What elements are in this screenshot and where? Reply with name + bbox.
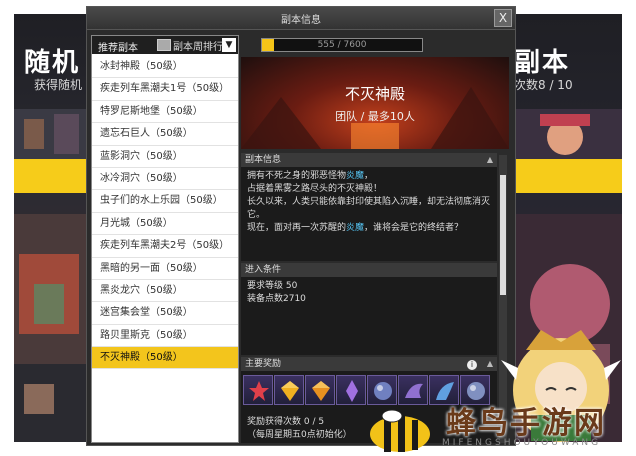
dungeon-list-item[interactable]: 特罗尼斯地堡（50级） xyxy=(92,101,238,124)
reward-item[interactable] xyxy=(305,375,335,405)
dungeon-list-item[interactable]: 黑暗的另一面（50级） xyxy=(92,258,238,280)
dialog-titlebar[interactable]: 副本信息 X xyxy=(87,7,515,30)
dungeon-list-item[interactable]: 疾走列车黑潮夫1号（50级） xyxy=(92,78,238,101)
dungeon-list-item[interactable]: 路贝里斯克（50级） xyxy=(92,325,238,348)
required-gear-score: 装备点数2710 xyxy=(247,294,306,304)
requirements-header[interactable]: 进入条件 xyxy=(241,263,497,277)
background-left-title: 随机 xyxy=(24,48,81,78)
info-section-header[interactable]: 副本信息 ▲ xyxy=(241,153,497,167)
dungeon-list-panel: 推荐副本 ▼ 冰封神殿（50级） 疾走列车黑潮夫1号（50级） 特罗尼斯地堡（50级… xyxy=(91,35,239,443)
watermark: 蜂鸟手游网 MIFENGSHOUYOUWANG xyxy=(360,330,636,456)
dungeon-list-item[interactable]: 遗忘石巨人（50级） xyxy=(92,123,238,146)
highlight-balrog: 炎魔 xyxy=(346,171,365,181)
reward-item[interactable] xyxy=(243,375,273,405)
ranking-progress-text: 555 / 7600 xyxy=(317,40,367,50)
required-level: 要求等级 50 xyxy=(247,281,298,291)
reward-reset-note: （每周星期五0点初始化） xyxy=(247,430,352,440)
dungeon-name: 不灭神殿 xyxy=(344,85,405,103)
reward-count: 奖励获得次数 0 / 5 xyxy=(247,417,325,427)
screenshot-frame: 随机 获得随机 副本 次数8 / 10 副本信息 X 推荐副本 ▼ 冰封神殿（5… xyxy=(0,0,636,456)
dungeon-list-item[interactable]: 不灭神殿（50级） xyxy=(92,347,238,370)
dungeon-party-size: 团队 / 最多10人 xyxy=(335,110,415,123)
gem-icon xyxy=(281,381,299,401)
collapse-icon[interactable]: ▲ xyxy=(487,153,493,167)
background-right-yellow-button xyxy=(510,159,622,193)
dungeon-list-item[interactable]: 冰封神殿（50级） xyxy=(92,56,238,79)
chevron-down-icon[interactable]: ▼ xyxy=(222,38,236,52)
dungeon-list-item[interactable]: 蓝影洞穴（50级） xyxy=(92,146,238,168)
watermark-subtext: MIFENGSHOUYOUWANG xyxy=(442,438,602,448)
star-icon xyxy=(249,381,269,401)
dungeon-list-item[interactable]: 虫子们的水上乐园（50级） xyxy=(92,190,238,213)
reward-item[interactable] xyxy=(274,375,304,405)
dungeon-list-item[interactable]: 疾走列车黑潮夫2号（50级） xyxy=(92,235,238,258)
dungeon-list-item[interactable]: 迷宫集会堂（50级） xyxy=(92,302,238,325)
background-left-panel: 随机 获得随机 xyxy=(14,14,94,442)
dropdown-label: 推荐副本 xyxy=(98,43,138,54)
dungeon-list-item[interactable]: 冰冷洞穴（50级） xyxy=(92,168,238,191)
info-section-text: 拥有不死之身的邪恶怪物炎魔， 占据着黑雾之路尽头的不灭神殿！ 长久以来，人类只能… xyxy=(241,167,497,238)
gem-icon xyxy=(312,381,330,401)
scrollbar-thumb[interactable] xyxy=(500,175,506,295)
rewards-text: 奖励获得次数 0 / 5 （每周星期五0点初始化） xyxy=(241,413,358,445)
rewards-title: 主要奖励 xyxy=(245,359,282,369)
ranking-progress-bar: 555 / 7600 xyxy=(261,38,423,52)
info-line-1: 拥有不死之身的邪恶怪物炎魔， xyxy=(247,171,374,181)
requirements-text: 要求等级 50 装备点数2710 xyxy=(241,277,497,309)
background-left-yellow-button xyxy=(14,159,94,193)
bee-logo-icon xyxy=(370,409,430,452)
info-line-2: 占据着黑雾之路尽头的不灭神殿！ xyxy=(247,184,383,194)
background-left-subtitle: 获得随机 xyxy=(34,78,83,92)
info-line-3: 长久以来，人类只能依靠封印使其陷入沉睡，却无法彻底消灭它。 xyxy=(247,197,491,220)
close-button[interactable]: X xyxy=(494,9,512,27)
ranking-icon xyxy=(157,39,171,51)
background-left-art xyxy=(14,109,94,159)
ranking-label: 副本周排行 xyxy=(173,42,223,53)
info-section-title: 副本信息 xyxy=(245,155,282,165)
info-line-4: 现在，面对再一次苏醒的炎魔，谁将会是它的终结者？ xyxy=(247,223,464,233)
background-left-scene xyxy=(14,214,94,442)
requirements-title: 进入条件 xyxy=(245,265,282,275)
info-section: 副本信息 ▲ 拥有不死之身的邪恶怪物炎魔， 占据着黑雾之路尽头的不灭神殿！ 长久… xyxy=(241,153,497,261)
background-right-subtitle: 次数8 / 10 xyxy=(514,78,573,92)
dungeon-list: 冰封神殿（50级） 疾走列车黑潮夫1号（50级） 特罗尼斯地堡（50级） 遗忘石巨人（… xyxy=(92,56,238,370)
dungeon-list-item[interactable]: 月光城（50级） xyxy=(92,213,238,236)
background-right-title: 副本 xyxy=(514,48,571,78)
dungeon-banner: 不灭神殿 团队 / 最多10人 xyxy=(241,57,509,149)
background-right-art xyxy=(510,109,622,159)
dungeon-list-item[interactable]: 黑炎龙穴（50级） xyxy=(92,280,238,303)
highlight-balrog-2: 炎魔 xyxy=(346,223,365,233)
dialog-title: 副本信息 xyxy=(281,15,321,26)
watermark-text: 蜂鸟手游网 xyxy=(446,406,606,441)
